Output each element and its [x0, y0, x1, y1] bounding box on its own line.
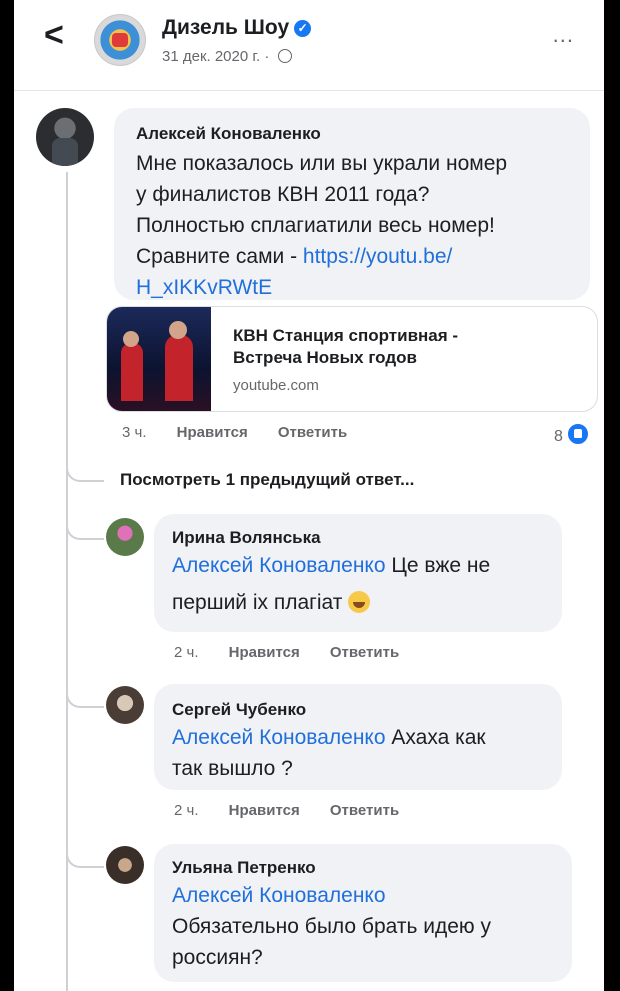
reply-line: Алексей Коноваленко Ахаха как — [172, 722, 486, 753]
video-thumbnail — [107, 307, 211, 411]
reply-line: Обязательно было брать идею у — [172, 915, 491, 938]
youtube-link-continued[interactable]: H_xIKKvRWtE — [136, 272, 507, 303]
comment-time[interactable]: 3 ч. — [122, 424, 147, 441]
reply-line: россиян? — [172, 946, 263, 969]
reply-button[interactable]: Ответить — [330, 802, 399, 819]
reply-time[interactable]: 2 ч. — [174, 644, 199, 661]
reply-text: Алексей Коноваленко Обязательно было бра… — [172, 880, 491, 973]
mention-link[interactable]: Алексей Коноваленко — [172, 880, 491, 911]
verified-badge-icon: ✓ — [294, 20, 312, 37]
reply-text-part: перший іх плагіат — [172, 591, 343, 614]
performer-head — [123, 331, 139, 347]
reply-avatar[interactable] — [106, 686, 144, 724]
comment-line: Мне показалось или вы украли номер — [136, 152, 508, 175]
like-button[interactable]: Нравится — [229, 802, 300, 819]
reply-line: перший іх плагіат — [172, 587, 490, 618]
youtube-link[interactable]: https://youtu.be/ — [303, 245, 452, 268]
post-date[interactable]: 31 дек. 2020 г. — [162, 48, 260, 65]
comment-line: Сравните сами - — [136, 245, 303, 268]
post-header: < Дизель Шоу ✓ 31 дек. 2020 г. · ... — [14, 0, 604, 91]
reply-line: Алексей Коноваленко Це вже не — [172, 550, 490, 581]
link-preview-card[interactable]: КВН Станция спортивная - Встреча Новых г… — [106, 306, 598, 412]
thread-elbow — [66, 516, 104, 540]
back-arrow-icon[interactable]: < — [44, 18, 64, 52]
reply-bubble: Сергей Чубенко Алексей Коноваленко Ахаха… — [154, 684, 562, 790]
like-reaction-icon — [565, 422, 590, 446]
more-options-icon[interactable]: ... — [553, 22, 574, 48]
reply-author[interactable]: Сергей Чубенко — [172, 700, 306, 720]
comment-text: Мне показалось или вы украли номер у фин… — [136, 148, 507, 303]
thread-elbow — [66, 844, 104, 868]
commenter-avatar[interactable] — [36, 108, 94, 166]
performer-figure — [165, 335, 193, 401]
performer-figure — [121, 343, 143, 401]
thread-line — [66, 172, 68, 991]
reply-avatar[interactable] — [106, 518, 144, 556]
reply-author[interactable]: Ирина Волянська — [172, 528, 321, 548]
reply-text-part: Це вже не — [385, 554, 491, 577]
comment-actions: 3 ч. Нравится Ответить — [122, 424, 347, 441]
comment-line: у финалистов КВН 2011 года? — [136, 183, 430, 206]
link-preview-title-line: Встреча Новых годов — [233, 348, 417, 367]
link-preview-title: КВН Станция спортивная - Встреча Новых г… — [233, 325, 458, 369]
page-name-row[interactable]: Дизель Шоу ✓ — [162, 16, 312, 40]
comment-bubble: Алексей Коноваленко Мне показалось или в… — [114, 108, 590, 300]
reply-text: Алексей Коноваленко Це вже не перший іх … — [172, 550, 490, 618]
link-preview-title-line: КВН Станция спортивная - — [233, 326, 459, 345]
page-avatar[interactable] — [94, 14, 146, 66]
performer-head — [169, 321, 187, 339]
reaction-summary[interactable]: 8 — [554, 422, 590, 446]
post-meta: 31 дек. 2020 г. · — [162, 48, 292, 65]
like-button[interactable]: Нравится — [177, 424, 248, 441]
meta-separator: · — [264, 48, 270, 65]
comment-line-with-link: Сравните сами - https://youtu.be/ — [136, 241, 507, 272]
reply-text-part: Ахаха как — [385, 726, 486, 749]
comment-author[interactable]: Алексей Коноваленко — [136, 124, 321, 144]
reply-actions: 2 ч. Нравится Ответить — [174, 802, 399, 819]
mention-link[interactable]: Алексей Коноваленко — [172, 554, 386, 577]
like-button[interactable]: Нравится — [229, 644, 300, 661]
reply-button[interactable]: Ответить — [278, 424, 347, 441]
reply-actions: 2 ч. Нравится Ответить — [174, 644, 399, 661]
reply-avatar[interactable] — [106, 846, 144, 884]
reply-time[interactable]: 2 ч. — [174, 802, 199, 819]
globe-icon — [277, 49, 292, 63]
reply-bubble: Ирина Волянська Алексей Коноваленко Це в… — [154, 514, 562, 632]
post-comments-screen: < Дизель Шоу ✓ 31 дек. 2020 г. · ... Алек… — [14, 0, 604, 991]
reply-author[interactable]: Ульяна Петренко — [172, 858, 316, 878]
page-name[interactable]: Дизель Шоу — [162, 16, 289, 39]
mention-link[interactable]: Алексей Коноваленко — [172, 726, 386, 749]
reply-line: так вышло ? — [172, 757, 293, 780]
reaction-count: 8 — [554, 428, 563, 445]
thread-elbow — [66, 458, 104, 482]
thread-elbow — [66, 684, 104, 708]
comment-line: Полностью сплагиатили весь номер! — [136, 214, 495, 237]
view-previous-replies[interactable]: Посмотреть 1 предыдущий ответ... — [120, 470, 414, 490]
link-preview-domain: youtube.com — [233, 377, 319, 394]
laughing-emoji-icon — [348, 591, 371, 613]
reply-text: Алексей Коноваленко Ахаха как так вышло … — [172, 722, 486, 784]
reply-button[interactable]: Ответить — [330, 644, 399, 661]
reply-bubble: Ульяна Петренко Алексей Коноваленко Обяз… — [154, 844, 572, 982]
